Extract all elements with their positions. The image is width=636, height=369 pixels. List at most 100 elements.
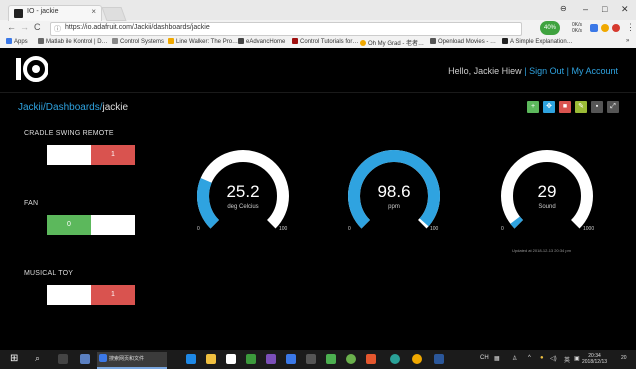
word-icon[interactable] bbox=[434, 354, 444, 364]
forward-icon[interactable]: → bbox=[20, 22, 29, 32]
app-icon[interactable] bbox=[390, 354, 400, 364]
system-clock[interactable]: 20:34 2018/12/13 bbox=[582, 353, 607, 365]
input-language[interactable]: CH bbox=[480, 355, 489, 361]
extension-icon[interactable] bbox=[601, 24, 609, 32]
notification-count[interactable]: 20 bbox=[621, 355, 627, 361]
bookmark-favicon-icon bbox=[38, 38, 44, 44]
gauge-fill bbox=[510, 216, 524, 229]
visual-studio-icon[interactable] bbox=[266, 354, 276, 364]
powerpoint-icon[interactable] bbox=[366, 354, 376, 364]
bookmarks-overflow-icon[interactable]: » bbox=[626, 38, 629, 44]
word-icon[interactable] bbox=[286, 354, 296, 364]
taskbar-active-window[interactable]: 搜索网页和文件 bbox=[97, 352, 167, 369]
settings-button[interactable]: ✎ bbox=[575, 101, 587, 113]
breadcrumb: Jackii/Dashboards/jackie bbox=[18, 102, 129, 113]
sign-out-link[interactable]: Sign Out bbox=[529, 66, 564, 76]
gauge-min: 0 bbox=[348, 226, 351, 232]
url-text: https://io.adafruit.com/Jackii/dashboard… bbox=[65, 24, 210, 31]
maximize-icon[interactable]: □ bbox=[602, 4, 607, 14]
store-icon[interactable] bbox=[226, 354, 236, 364]
edge-icon[interactable] bbox=[186, 354, 196, 364]
bookmark-item[interactable]: Control Systems bbox=[112, 38, 164, 45]
temperature-gauge: 25.2 deg Celcius 0 100 bbox=[193, 146, 293, 246]
site-info-icon[interactable]: ⓘ bbox=[54, 24, 61, 34]
opera-icon[interactable] bbox=[612, 24, 620, 32]
bookmark-favicon-icon bbox=[238, 38, 244, 44]
adafruit-favicon-icon bbox=[14, 9, 23, 18]
app-icon[interactable] bbox=[306, 354, 316, 364]
user-links: Hello, Jackie Hiew | Sign Out | My Accou… bbox=[448, 66, 618, 76]
bookmark-item[interactable]: Control Tutorials for… bbox=[292, 38, 358, 45]
bookmark-item[interactable]: eAdvancHome bbox=[238, 38, 285, 45]
tray-chevron-icon[interactable]: ^ bbox=[528, 355, 531, 361]
search-icon[interactable]: ⌕ bbox=[35, 353, 45, 363]
tab-close-icon[interactable]: × bbox=[91, 7, 96, 16]
add-block-button[interactable]: + bbox=[527, 101, 539, 113]
network-icon[interactable]: ● bbox=[540, 355, 544, 361]
person-icon[interactable]: ♙ bbox=[512, 355, 517, 362]
app-icon[interactable] bbox=[246, 354, 256, 364]
gauge-min: 0 bbox=[197, 226, 200, 232]
gas-ppm-gauge: 98.6 ppm 0 100 bbox=[344, 146, 444, 246]
breadcrumb-dashboards-link[interactable]: Dashboards bbox=[46, 102, 100, 113]
keyboard-icon[interactable]: ▦ bbox=[494, 355, 500, 362]
app-icon[interactable] bbox=[346, 354, 356, 364]
header-divider bbox=[0, 92, 636, 93]
bookmark-favicon-icon bbox=[292, 38, 298, 44]
extension-icon[interactable] bbox=[590, 24, 598, 32]
toggle-label-cradle: CRADLE SWING REMOTE bbox=[24, 130, 114, 137]
bookmark-item[interactable]: A Simple Explanation… bbox=[502, 38, 573, 45]
last-updated-text: Updated at 2018-12-13 20:34 pm bbox=[512, 248, 571, 253]
tab-title: IO - jackie bbox=[27, 8, 59, 15]
file-explorer-icon[interactable] bbox=[206, 354, 216, 364]
edit-layout-button[interactable]: ✥ bbox=[543, 101, 555, 113]
menu-icon[interactable]: ⋮ bbox=[626, 22, 635, 33]
lock-button[interactable]: ▪ bbox=[591, 101, 603, 113]
delete-block-button[interactable]: ■ bbox=[559, 101, 571, 113]
bookmark-item[interactable]: Line Walker: The Pro… bbox=[168, 38, 238, 45]
gauge-min: 0 bbox=[501, 226, 504, 232]
bookmark-item[interactable]: Openload Movies - … bbox=[430, 38, 496, 45]
app-icon[interactable] bbox=[326, 354, 336, 364]
ime-icon[interactable]: ▣ bbox=[574, 355, 580, 362]
window-app-icon bbox=[99, 354, 107, 362]
ime-mode[interactable]: 英 bbox=[564, 355, 570, 364]
gauge-max: 1000 bbox=[583, 226, 595, 232]
clock-date: 2018/12/13 bbox=[582, 359, 608, 365]
windows-start-icon[interactable]: ⊞ bbox=[10, 353, 20, 364]
gauge-max: 100 bbox=[430, 226, 439, 232]
breadcrumb-user-link[interactable]: Jackii bbox=[18, 102, 43, 113]
minimize-icon[interactable]: – bbox=[583, 4, 588, 14]
cradle-swing-toggle[interactable]: 1 bbox=[47, 145, 135, 165]
separator: | bbox=[524, 66, 527, 76]
bookmark-item[interactable]: Matlab ile Kontrol | D… bbox=[38, 38, 108, 45]
toggle-state: 1 bbox=[91, 285, 135, 305]
bookmark-apps[interactable]: Apps bbox=[6, 38, 28, 45]
tab-strip: IO - jackie × – □ ✕ ⊖ bbox=[0, 0, 636, 21]
back-icon[interactable]: ← bbox=[7, 22, 16, 32]
gauge-value: 98.6 bbox=[377, 182, 411, 201]
my-account-link[interactable]: My Account bbox=[571, 66, 618, 76]
new-tab-button[interactable] bbox=[101, 7, 127, 21]
zoom-percent-badge[interactable]: 40% bbox=[540, 21, 560, 35]
apps-grid-icon bbox=[6, 38, 12, 44]
gauge-value: 29 bbox=[537, 182, 557, 201]
chrome-icon[interactable] bbox=[412, 354, 422, 364]
musical-toy-toggle[interactable]: 1 bbox=[47, 285, 135, 305]
bookmark-item[interactable]: Oh My Grad - 老者… bbox=[360, 38, 424, 47]
profile-icon[interactable]: ⊖ bbox=[560, 4, 567, 13]
fan-toggle[interactable]: 0 bbox=[47, 215, 135, 235]
close-window-icon[interactable]: ✕ bbox=[621, 4, 629, 15]
browser-tab[interactable]: IO - jackie × bbox=[8, 5, 102, 21]
gauge-unit: Sound bbox=[538, 204, 556, 210]
address-bar-row: ← → C ⓘ https://io.adafruit.com/Jackii/d… bbox=[0, 20, 636, 36]
address-bar[interactable]: ⓘ https://io.adafruit.com/Jackii/dashboa… bbox=[50, 22, 522, 36]
fullscreen-button[interactable]: ⤢ bbox=[607, 101, 619, 113]
volume-icon[interactable]: ◁) bbox=[550, 355, 557, 362]
reload-icon[interactable]: C bbox=[34, 22, 41, 32]
app-icon[interactable] bbox=[80, 354, 90, 364]
breadcrumb-current: jackie bbox=[102, 102, 129, 113]
task-view-icon[interactable] bbox=[58, 354, 68, 364]
adafruit-io-logo[interactable] bbox=[14, 54, 48, 84]
gauge-value: 25.2 bbox=[226, 182, 260, 201]
